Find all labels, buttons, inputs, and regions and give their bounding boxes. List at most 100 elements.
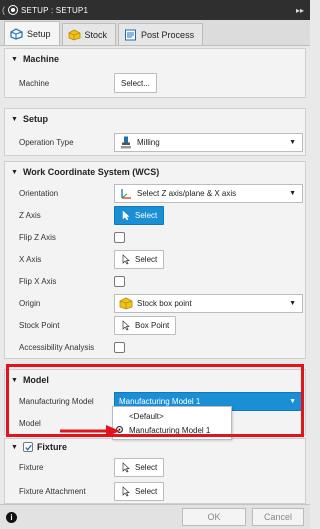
expand-panel-icon[interactable]: ▸▸ — [296, 6, 304, 15]
operation-type-value: Milling — [137, 137, 160, 147]
machine-row: Machine Select... — [5, 69, 305, 97]
manufacturing-model-options: <Default> Manufacturing Model 1 — [112, 406, 232, 440]
fixture-attachment-label: Fixture Attachment — [19, 486, 86, 496]
checkmark-icon — [25, 444, 32, 451]
wcs-heading: Work Coordinate System (WCS) — [22, 167, 160, 177]
stock-point-label: Stock Point — [19, 320, 60, 330]
wcs-section-header[interactable]: ▼ Work Coordinate System (WCS) — [5, 162, 305, 182]
orientation-label: Orientation — [19, 188, 59, 198]
setup-section-header[interactable]: ▼ Setup — [5, 109, 305, 129]
fixture-attachment-select-button[interactable]: Select — [114, 481, 165, 501]
stock-box-icon — [119, 297, 133, 309]
x-axis-select-label: Select — [135, 254, 158, 264]
flip-z-label: Flip Z Axis — [19, 232, 56, 242]
machine-section: ▼ Machine Machine Select... — [4, 48, 306, 98]
tab-setup-label: Setup — [27, 28, 51, 39]
origin-dropdown[interactable]: Stock box point ▼ — [114, 293, 303, 313]
operation-type-row: Operation Type Milling ▼ — [5, 129, 305, 155]
machine-heading: Machine — [22, 54, 59, 64]
ok-button[interactable]: OK — [182, 508, 246, 526]
tab-post-process[interactable]: Post Process — [118, 23, 204, 45]
tab-post-process-label: Post Process — [141, 29, 195, 40]
fixture-section-header[interactable]: ▼ Fixture — [5, 439, 305, 455]
collapse-icon: ▼ — [11, 376, 18, 384]
collapse-icon: ▼ — [11, 115, 18, 123]
tab-stock[interactable]: Stock — [61, 23, 117, 45]
chevron-down-icon: ▼ — [289, 397, 296, 405]
machine-label: Machine — [19, 78, 50, 88]
tab-bar: Setup Stock Post Process — [0, 20, 310, 46]
chevron-down-icon: ▼ — [289, 299, 296, 307]
x-axis-select-button[interactable]: Select — [114, 249, 165, 269]
flip-x-checkbox[interactable] — [114, 275, 125, 287]
flip-x-row: Flip X Axis — [5, 270, 305, 292]
titlebar-left-glyph: ( — [2, 5, 5, 15]
cursor-icon — [122, 319, 130, 330]
option-manufacturing-model-1-label: Manufacturing Model 1 — [129, 425, 211, 435]
option-manufacturing-model-1[interactable]: Manufacturing Model 1 — [113, 423, 231, 437]
option-default[interactable]: <Default> — [113, 409, 231, 423]
origin-value: Stock box point — [137, 298, 192, 308]
tab-setup[interactable]: Setup — [4, 21, 60, 45]
chevron-down-icon: ▼ — [289, 138, 296, 146]
manufacturing-model-label: Manufacturing Model — [19, 396, 94, 406]
model-section-header[interactable]: ▼ Model — [5, 370, 305, 390]
stock-point-button[interactable]: Box Point — [114, 315, 177, 335]
accessibility-row: Accessibility Analysis — [5, 336, 305, 358]
z-axis-select-button[interactable]: Select — [114, 205, 165, 225]
fixture-row: Fixture Select — [5, 455, 305, 479]
machine-select-button[interactable]: Select... — [114, 73, 157, 93]
accessibility-checkbox[interactable] — [114, 341, 125, 353]
flip-z-checkbox[interactable] — [114, 231, 125, 243]
red-arrow-icon — [60, 425, 120, 437]
machine-section-header[interactable]: ▼ Machine — [5, 49, 305, 69]
setup-section: ▼ Setup Operation Type Milling ▼ — [4, 108, 306, 156]
fixture-select-label: Select — [135, 462, 158, 472]
tab-stock-label: Stock — [84, 29, 108, 40]
dialog-footer: i OK Cancel — [0, 504, 310, 529]
z-axis-row: Z Axis Select — [5, 204, 305, 226]
flip-z-row: Flip Z Axis — [5, 226, 305, 248]
x-axis-row: X Axis Select — [5, 248, 305, 270]
setup-heading: Setup — [22, 114, 48, 124]
setup-dot-icon — [9, 6, 17, 14]
fixture-heading: Fixture — [36, 442, 67, 452]
operation-type-label: Operation Type — [19, 137, 74, 147]
cursor-icon — [122, 461, 130, 472]
operation-type-dropdown[interactable]: Milling ▼ — [114, 132, 303, 152]
setup-icon — [10, 27, 23, 40]
info-icon[interactable]: i — [6, 511, 17, 523]
dialog-title: SETUP : SETUP1 — [21, 5, 89, 15]
accessibility-label: Accessibility Analysis — [19, 342, 95, 352]
axes-icon — [121, 188, 131, 199]
cancel-button[interactable]: Cancel — [252, 508, 304, 526]
fixture-label: Fixture — [19, 462, 44, 472]
post-process-icon — [125, 29, 137, 40]
model-heading: Model — [22, 375, 49, 385]
origin-row: Origin Stock box point ▼ — [5, 292, 305, 314]
orientation-dropdown[interactable]: Select Z axis/plane & X axis ▼ — [114, 183, 303, 203]
fixture-attachment-select-label: Select — [135, 486, 158, 496]
stock-point-button-label: Box Point — [135, 320, 170, 330]
cursor-icon — [122, 209, 130, 220]
x-axis-label: X Axis — [19, 254, 42, 264]
collapse-icon: ▼ — [11, 443, 18, 451]
milling-icon — [121, 136, 131, 148]
z-axis-select-label: Select — [135, 210, 158, 220]
cursor-icon — [122, 253, 130, 264]
dialog-titlebar: ( SETUP : SETUP1 ▸▸ — [0, 0, 310, 20]
z-axis-label: Z Axis — [19, 210, 41, 220]
fixture-attachment-row: Fixture Attachment Select — [5, 479, 305, 503]
collapse-icon: ▼ — [11, 55, 18, 63]
collapse-icon: ▼ — [11, 168, 18, 176]
wcs-section: ▼ Work Coordinate System (WCS) Orientati… — [4, 161, 306, 359]
flip-x-label: Flip X Axis — [19, 276, 57, 286]
option-default-label: <Default> — [129, 411, 164, 421]
manufacturing-model-value: Manufacturing Model 1 — [119, 396, 201, 406]
stock-point-row: Stock Point Box Point — [5, 314, 305, 336]
fixture-checkbox[interactable] — [22, 442, 33, 452]
stock-icon — [68, 29, 80, 40]
chevron-down-icon: ▼ — [289, 189, 296, 197]
fixture-select-button[interactable]: Select — [114, 457, 165, 477]
orientation-value: Select Z axis/plane & X axis — [137, 188, 237, 198]
